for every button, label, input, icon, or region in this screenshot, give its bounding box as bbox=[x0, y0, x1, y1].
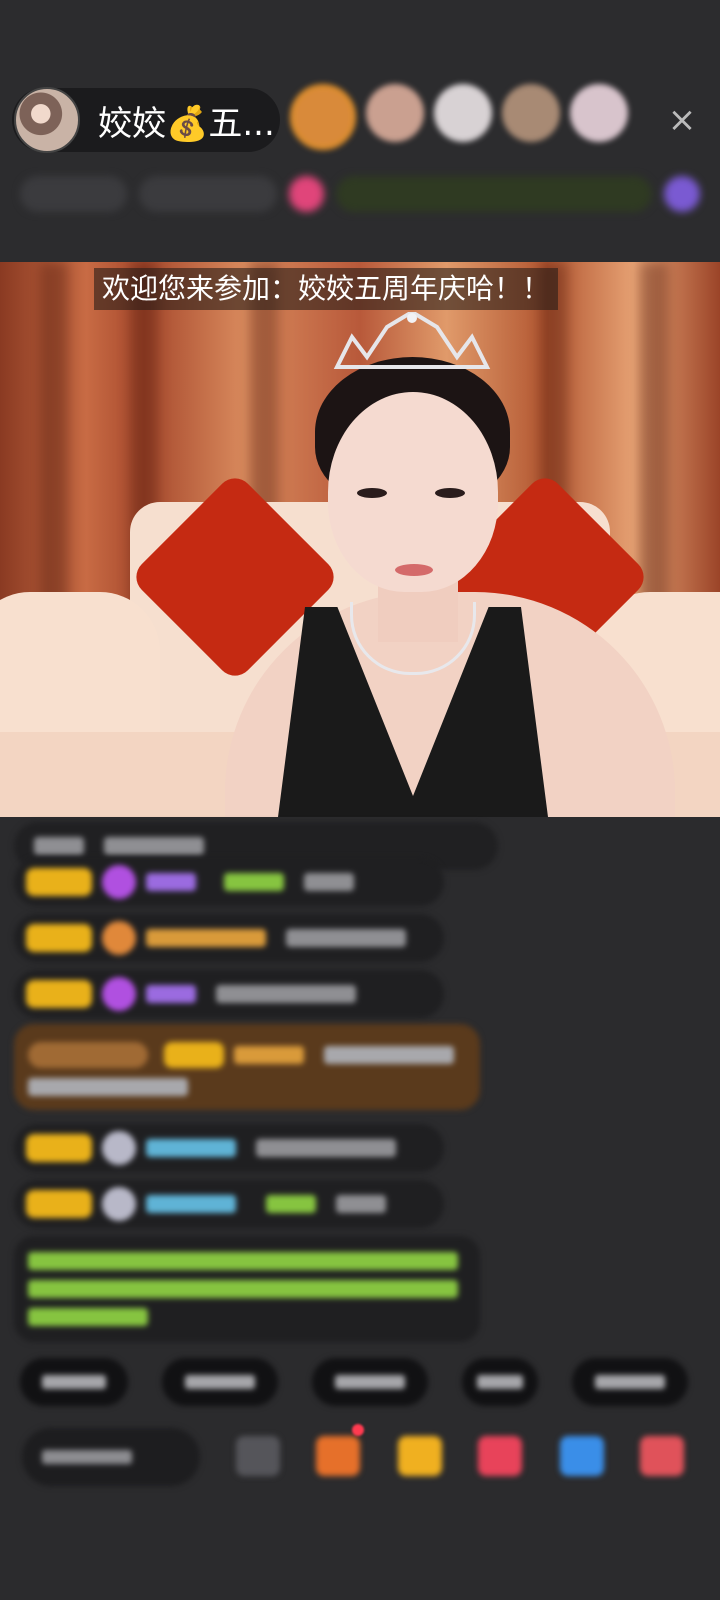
notice-text bbox=[28, 1280, 458, 1298]
viewer-avatar[interactable] bbox=[570, 84, 628, 142]
chat-message bbox=[14, 1180, 444, 1228]
diamond-icon bbox=[102, 865, 136, 899]
welcome-banner: 欢迎您来参加：姣姣五周年庆哈！！ bbox=[94, 268, 559, 310]
gift-box-icon[interactable] bbox=[316, 1436, 360, 1476]
notice-text bbox=[28, 1308, 148, 1326]
chat-username[interactable] bbox=[234, 1046, 304, 1064]
viewer-avatar[interactable] bbox=[366, 84, 424, 142]
host-eye bbox=[357, 488, 387, 498]
gift-badge bbox=[28, 1042, 148, 1068]
chat-message-highlight bbox=[14, 1024, 480, 1110]
gift-icon[interactable] bbox=[478, 1436, 522, 1476]
chat-username[interactable] bbox=[146, 929, 266, 947]
viewer-avatar-list bbox=[290, 84, 628, 150]
notification-dot bbox=[352, 1424, 364, 1436]
chat-username[interactable] bbox=[266, 1195, 316, 1213]
chat-text bbox=[34, 837, 84, 855]
host-name: 姣姣💰五... bbox=[98, 103, 275, 144]
badge-icon bbox=[102, 921, 136, 955]
crown-icon bbox=[333, 312, 491, 369]
rank-chip[interactable] bbox=[20, 176, 128, 212]
curtain-fold bbox=[640, 262, 668, 642]
chat-message bbox=[14, 914, 444, 962]
avatar-icon bbox=[102, 1187, 136, 1221]
chat-message bbox=[14, 970, 444, 1018]
host-face bbox=[328, 392, 498, 592]
quick-reply-chip[interactable] bbox=[20, 1358, 128, 1406]
quick-reply-chip[interactable] bbox=[312, 1358, 428, 1406]
quick-reply-chip[interactable] bbox=[462, 1358, 538, 1406]
game-icon[interactable] bbox=[560, 1436, 604, 1476]
chat-text bbox=[104, 837, 204, 855]
chat-text bbox=[28, 1078, 188, 1096]
quick-reply-chip[interactable] bbox=[572, 1358, 688, 1406]
diamond-icon bbox=[102, 977, 136, 1011]
chat-text bbox=[336, 1195, 386, 1213]
emoji-icon[interactable] bbox=[236, 1436, 280, 1476]
chat-message bbox=[14, 858, 444, 906]
chat-text bbox=[286, 929, 406, 947]
chat-username[interactable] bbox=[146, 1139, 236, 1157]
host-avatar[interactable] bbox=[14, 87, 80, 153]
chat-text bbox=[324, 1046, 454, 1064]
live-video[interactable]: 欢迎您来参加：姣姣五周年庆哈！！ bbox=[0, 262, 720, 817]
stats-row bbox=[20, 172, 700, 216]
close-icon[interactable]: × bbox=[662, 100, 702, 140]
event-chip[interactable] bbox=[336, 176, 653, 212]
host-eye bbox=[435, 488, 465, 498]
more-icon[interactable] bbox=[664, 176, 700, 212]
curtain-fold bbox=[40, 262, 68, 642]
quick-reply-chip[interactable] bbox=[162, 1358, 278, 1406]
comment-input[interactable] bbox=[22, 1428, 200, 1486]
viewer-avatar[interactable] bbox=[434, 84, 492, 142]
chat-message bbox=[14, 1124, 444, 1172]
chat-text bbox=[256, 1139, 396, 1157]
host-lips bbox=[395, 564, 433, 576]
host-info-pill[interactable]: 姣姣💰五... bbox=[12, 87, 280, 153]
fans-chip[interactable] bbox=[139, 176, 277, 212]
viewer-avatar[interactable] bbox=[502, 84, 560, 142]
chat-text bbox=[304, 873, 354, 891]
system-notice bbox=[14, 1236, 480, 1342]
avatar-icon bbox=[102, 1131, 136, 1165]
level-badge bbox=[26, 980, 92, 1008]
chat-username[interactable] bbox=[146, 985, 196, 1003]
chat-username[interactable] bbox=[146, 1195, 236, 1213]
quick-reply-row bbox=[20, 1358, 720, 1406]
viewer-avatar[interactable] bbox=[290, 84, 356, 150]
more-tools-icon[interactable] bbox=[640, 1436, 684, 1476]
level-badge bbox=[26, 868, 92, 896]
chat-username[interactable] bbox=[146, 873, 196, 891]
level-badge bbox=[26, 1190, 92, 1218]
level-badge bbox=[26, 924, 92, 952]
activity-icon[interactable] bbox=[288, 176, 325, 212]
top-bar: 姣姣💰五... × bbox=[0, 0, 720, 260]
level-badge bbox=[164, 1042, 224, 1068]
chat-username[interactable] bbox=[224, 873, 284, 891]
red-packet-icon[interactable] bbox=[398, 1436, 442, 1476]
notice-text bbox=[28, 1252, 458, 1270]
level-badge bbox=[26, 1134, 92, 1162]
chat-text bbox=[216, 985, 356, 1003]
